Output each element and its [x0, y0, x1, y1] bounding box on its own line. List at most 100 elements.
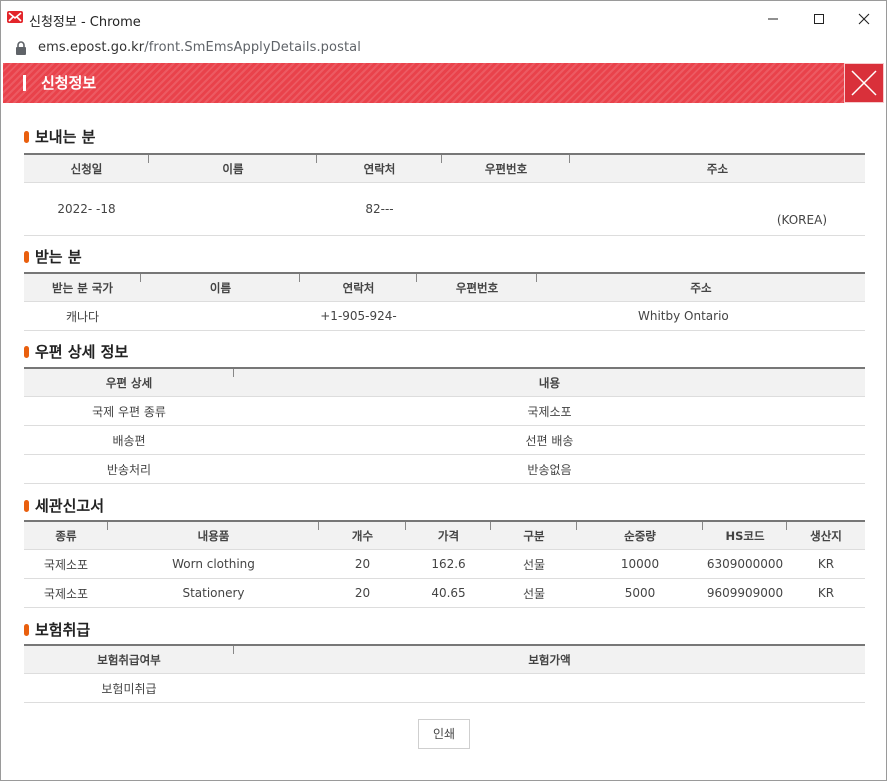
browser-window: 신청정보 - Chrome ems.epost.go.kr/front.SmEm… — [0, 0, 887, 781]
cell-insurance-value — [234, 673, 865, 703]
column-header: HS코드 — [703, 520, 787, 550]
cell-origin: KR — [787, 549, 865, 579]
cell-count: 20 — [319, 549, 406, 579]
table-row: 캐나다 +1-905-924- Whitby Ontario — [24, 301, 865, 331]
maximize-button[interactable] — [795, 6, 841, 32]
table-header-row: 우편 상세 내용 — [24, 367, 865, 397]
popup-close-button[interactable] — [844, 63, 884, 103]
table-row: 배송편 선편 배송 — [24, 425, 865, 455]
table-row: 국제소포 Worn clothing 20 162.6 선물 10000 630… — [24, 549, 865, 579]
customs-table: 종류 내용품 개수 가격 구분 순중량 HS코드 생산지 국제소포 Worn c… — [24, 520, 865, 608]
insurance-table: 보험취급여부 보험가액 보험미취급 — [24, 644, 865, 703]
cell-address: (KOREA) — [570, 182, 865, 236]
table-header-row: 종류 내용품 개수 가격 구분 순중량 HS코드 생산지 — [24, 520, 865, 550]
cell-country: 캐나다 — [24, 301, 141, 331]
header-accent-bar — [23, 75, 26, 91]
column-header: 구분 — [491, 520, 577, 550]
cell-price: 162.6 — [406, 549, 491, 579]
column-header: 우편번호 — [442, 153, 570, 183]
column-header: 받는 분 국가 — [24, 272, 141, 302]
table-row: 국제소포 Stationery 20 40.65 선물 5000 9609909… — [24, 578, 865, 608]
cell-label: 배송편 — [24, 425, 234, 455]
print-button[interactable]: 인쇄 — [418, 719, 470, 749]
cell-value: 국제소포 — [234, 396, 865, 426]
column-header: 우편 상세 — [24, 367, 234, 397]
cell-insurance-status: 보험미취급 — [24, 673, 234, 703]
minimize-icon — [768, 18, 778, 20]
close-button[interactable] — [840, 6, 886, 32]
popup-title: 신청정보 — [41, 74, 97, 92]
cell-label: 반송처리 — [24, 454, 234, 484]
table-row: 2022- -18 82--- (KOREA) — [24, 182, 865, 236]
sender-table: 신청일 이름 연락처 우편번호 주소 2022- -18 82--- (KORE… — [24, 153, 865, 236]
section-bullet-icon — [24, 500, 29, 512]
cell-category: 선물 — [491, 549, 577, 579]
postal-detail-table: 우편 상세 내용 국제 우편 종류 국제소포 배송편 선편 배송 반송처리 반송… — [24, 367, 865, 484]
section-title-sender: 보내는 분 — [24, 126, 95, 147]
section-bullet-icon — [24, 346, 29, 358]
table-row: 국제 우편 종류 국제소포 — [24, 396, 865, 426]
receiver-table: 받는 분 국가 이름 연락처 우편번호 주소 캐나다 +1-905-924- W… — [24, 272, 865, 331]
cell-postal-code — [417, 301, 537, 331]
lock-icon — [16, 41, 26, 55]
section-title-customs: 세관신고서 — [24, 495, 104, 516]
cell-contents: Worn clothing — [108, 549, 319, 579]
cell-phone: +1-905-924- — [300, 301, 417, 331]
window-title: 신청정보 - Chrome — [29, 15, 141, 30]
cell-category: 선물 — [491, 578, 577, 608]
section-title-postal-detail: 우편 상세 정보 — [24, 341, 128, 362]
epost-logo-icon — [7, 11, 23, 23]
cell-hs-code: 6309000000 — [703, 549, 787, 579]
cell-address: Whitby Ontario — [537, 301, 865, 331]
column-header: 생산지 — [787, 520, 865, 550]
cell-label: 국제 우편 종류 — [24, 396, 234, 426]
column-header: 내용품 — [108, 520, 319, 550]
table-row: 반송처리 반송없음 — [24, 454, 865, 484]
section-bullet-icon — [24, 251, 29, 263]
section-bullet-icon — [24, 131, 29, 143]
table-header-row: 받는 분 국가 이름 연락처 우편번호 주소 — [24, 272, 865, 302]
url-text: ems.epost.go.kr/front.SmEmsApplyDetails.… — [38, 40, 361, 55]
cell-price: 40.65 — [406, 578, 491, 608]
cell-name — [141, 301, 300, 331]
column-header: 주소 — [537, 272, 865, 302]
section-bullet-icon — [24, 624, 29, 636]
column-header: 보험취급여부 — [24, 644, 234, 674]
column-header: 개수 — [319, 520, 406, 550]
address-bar[interactable]: ems.epost.go.kr/front.SmEmsApplyDetails.… — [1, 36, 886, 62]
column-header: 이름 — [149, 153, 317, 183]
column-header: 연락처 — [300, 272, 417, 302]
section-title-text: 받는 분 — [35, 248, 82, 266]
cell-origin: KR — [787, 578, 865, 608]
cell-net-weight: 10000 — [577, 549, 703, 579]
section-title-receiver: 받는 분 — [24, 246, 82, 267]
cell-type: 국제소포 — [24, 578, 108, 608]
cell-value: 반송없음 — [234, 454, 865, 484]
column-header: 연락처 — [317, 153, 442, 183]
column-header: 종류 — [24, 520, 108, 550]
minimize-button[interactable] — [749, 6, 795, 32]
maximize-icon — [814, 14, 824, 24]
cell-hs-code: 9609909000 — [703, 578, 787, 608]
cell-type: 국제소포 — [24, 549, 108, 579]
section-title-insurance: 보험취급 — [24, 619, 90, 640]
column-header: 순중량 — [577, 520, 703, 550]
column-header: 보험가액 — [234, 644, 865, 674]
cell-net-weight: 5000 — [577, 578, 703, 608]
cell-postal-code — [442, 182, 570, 236]
url-path: /front.SmEmsApplyDetails.postal — [144, 40, 361, 55]
column-header: 내용 — [234, 367, 865, 397]
table-row: 보험미취급 — [24, 673, 865, 703]
cell-name — [149, 182, 317, 236]
section-title-text: 세관신고서 — [35, 497, 105, 515]
section-title-text: 우편 상세 정보 — [35, 343, 129, 361]
column-header: 가격 — [406, 520, 491, 550]
cell-apply-date: 2022- -18 — [24, 182, 149, 236]
column-header: 주소 — [570, 153, 865, 183]
title-bar: 신청정보 - Chrome — [1, 1, 886, 36]
close-icon — [858, 13, 870, 25]
column-header: 신청일 — [24, 153, 149, 183]
cell-phone: 82--- — [317, 182, 442, 236]
cell-count: 20 — [319, 578, 406, 608]
cell-value: 선편 배송 — [234, 425, 865, 455]
